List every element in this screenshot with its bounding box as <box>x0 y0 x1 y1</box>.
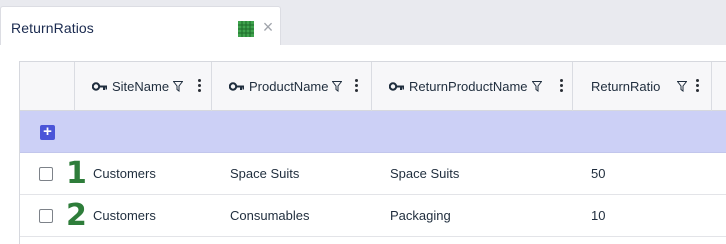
filter-icon[interactable] <box>531 81 542 92</box>
cell-returnratio[interactable]: 50 <box>591 153 605 195</box>
table-row[interactable]: 2 Customers Consumables Packaging 10 <box>20 195 726 237</box>
tab-return-ratios[interactable]: ReturnRatios × <box>0 6 281 46</box>
row-checkbox[interactable] <box>39 209 53 223</box>
add-row-button[interactable]: + <box>40 124 55 140</box>
row-number: 1 <box>66 156 87 191</box>
filter-icon[interactable] <box>332 81 343 92</box>
column-label: ReturnProductName <box>409 79 528 94</box>
column-separator <box>211 62 212 111</box>
tab-title: ReturnRatios <box>11 20 94 36</box>
filter-icon[interactable] <box>173 81 184 92</box>
cell-returnratio[interactable]: 10 <box>591 195 605 237</box>
column-header-productname[interactable]: ProductName <box>229 62 343 111</box>
filter-icon[interactable] <box>677 81 687 92</box>
column-header-sitename[interactable]: SiteName <box>92 62 184 111</box>
row-number: 2 <box>66 198 87 233</box>
column-menu-icon[interactable] <box>198 79 202 93</box>
grid-header: SiteName ProductName ReturnProductName R… <box>20 62 726 111</box>
column-menu-icon[interactable] <box>560 79 564 93</box>
column-header-returnproductname[interactable]: ReturnProductName <box>389 62 542 111</box>
column-header-returnratio[interactable]: ReturnRatio <box>591 62 660 111</box>
cell-returnproductname[interactable]: Packaging <box>390 195 451 237</box>
table-row[interactable]: 1 Customers Space Suits Space Suits 50 <box>20 153 726 195</box>
data-grid: SiteName ProductName ReturnProductName R… <box>19 61 726 244</box>
content-panel: SiteName ProductName ReturnProductName R… <box>0 45 726 244</box>
cell-sitename[interactable]: Customers <box>93 195 156 237</box>
column-label: SiteName <box>112 79 170 94</box>
row-checkbox[interactable] <box>39 167 53 181</box>
column-separator <box>74 62 75 111</box>
column-separator <box>572 62 573 111</box>
cell-returnproductname[interactable]: Space Suits <box>390 153 459 195</box>
cell-sitename[interactable]: Customers <box>93 153 156 195</box>
close-icon[interactable]: × <box>260 18 276 36</box>
column-menu-icon[interactable] <box>355 79 359 93</box>
column-label: ProductName <box>249 79 329 94</box>
key-icon <box>92 82 107 91</box>
column-label: ReturnRatio <box>591 79 661 94</box>
column-separator <box>711 62 712 111</box>
key-icon <box>229 82 244 91</box>
column-menu-icon[interactable] <box>696 79 700 93</box>
column-separator <box>371 62 372 111</box>
cell-productname[interactable]: Consumables <box>230 195 310 237</box>
cell-productname[interactable]: Space Suits <box>230 153 299 195</box>
add-row-bar: + <box>20 111 726 153</box>
key-icon <box>389 82 404 91</box>
spreadsheet-icon[interactable] <box>238 21 254 37</box>
